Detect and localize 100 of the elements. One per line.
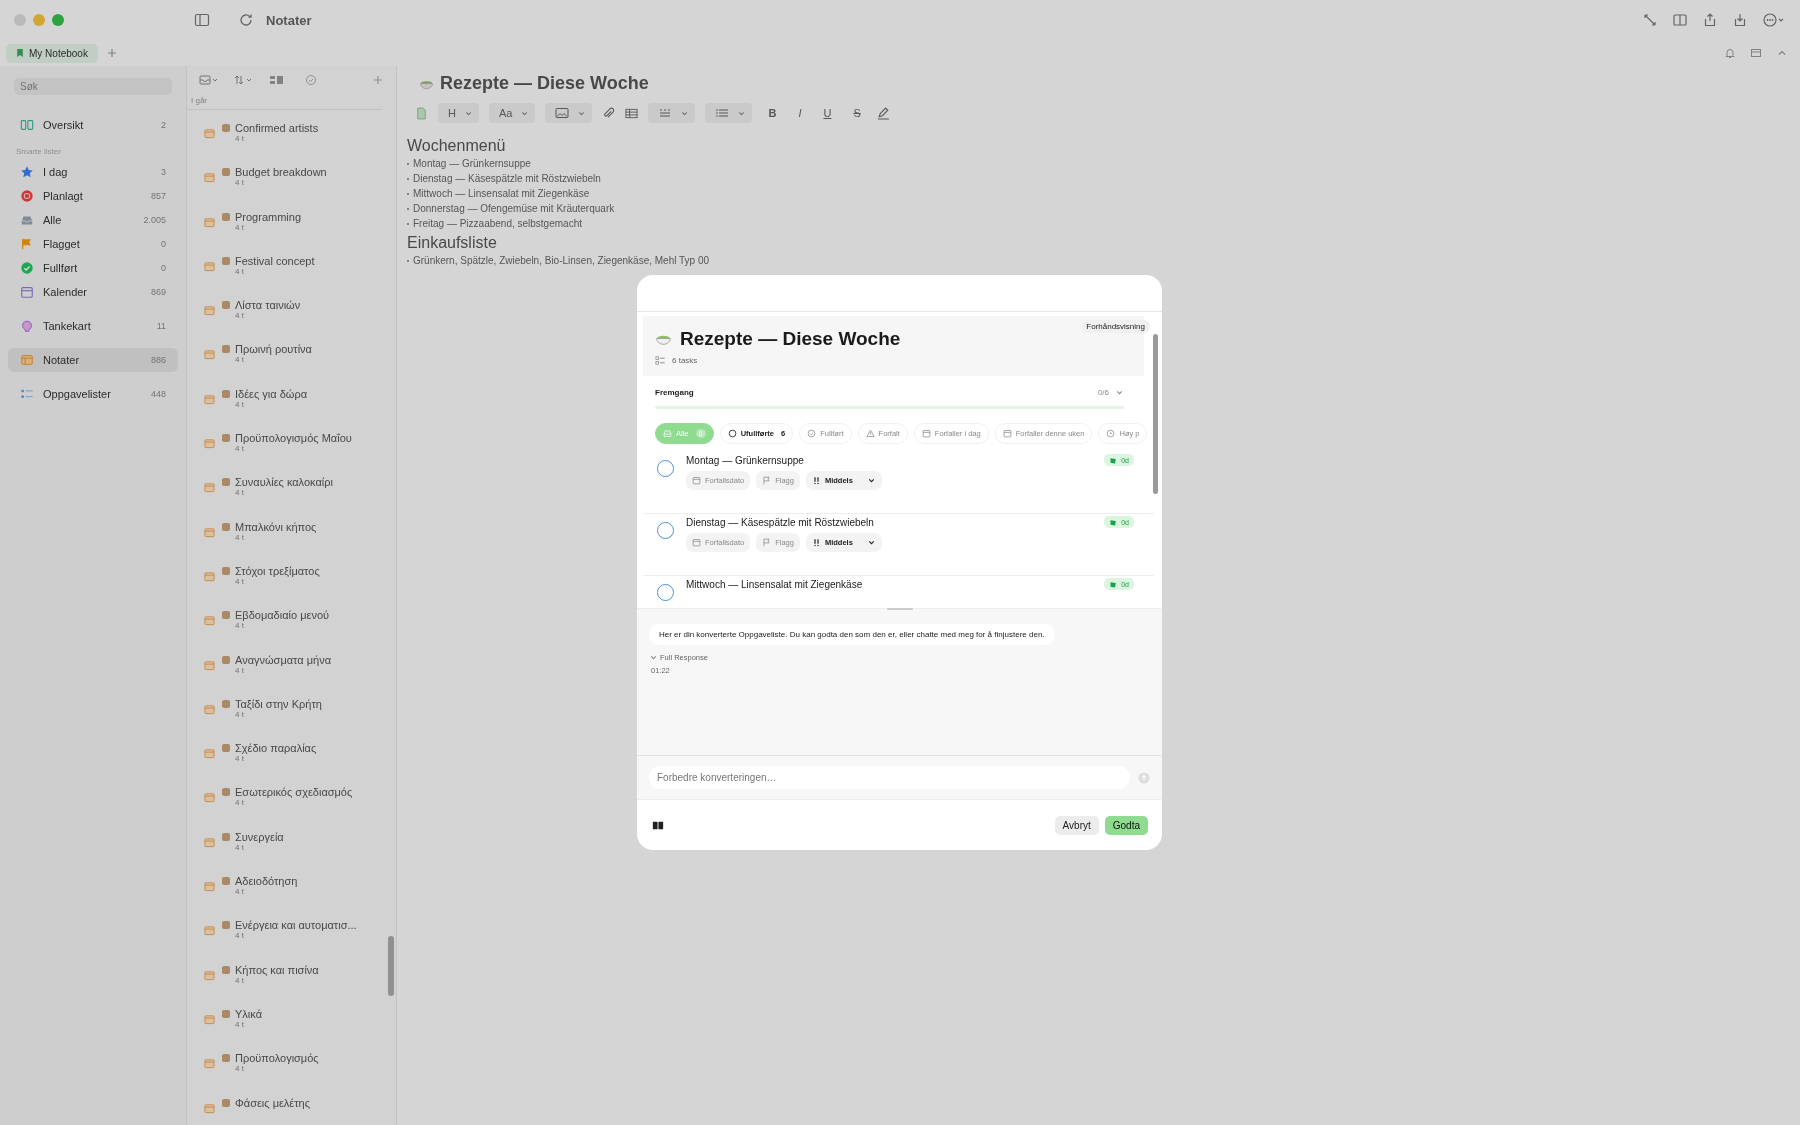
paperclip-icon[interactable] — [602, 106, 616, 120]
sidebar-item[interactable]: Flagget 0 — [8, 232, 178, 256]
note-title: Υλικά — [235, 1007, 262, 1020]
expand-icon[interactable] — [1642, 12, 1658, 28]
image-dropdown[interactable] — [545, 103, 593, 123]
format-button[interactable]: S — [847, 103, 867, 123]
search-field[interactable]: Søk — [14, 78, 172, 95]
add-note-icon[interactable] — [372, 74, 384, 86]
table-icon[interactable] — [625, 106, 639, 120]
sidebar-toggle-icon[interactable] — [194, 12, 210, 28]
image-icon — [555, 107, 570, 119]
document-icon[interactable] — [415, 106, 428, 120]
note-title: Συνεργεία — [235, 830, 284, 843]
note-item[interactable]: Εσωτερικός σχεδιασμός 4 t — [187, 786, 396, 831]
heading-dropdown[interactable]: H — [438, 103, 479, 123]
note-icon — [204, 570, 215, 582]
note-time: 4 t — [235, 178, 245, 188]
list-item: Freitag — Pizzaabend, selbstgemacht — [413, 217, 582, 231]
sidebar-item[interactable]: Oppgavelister 448 — [8, 382, 178, 406]
add-tab-icon[interactable] — [105, 47, 118, 59]
flag-icon — [20, 237, 34, 251]
note-time: 4 t — [235, 887, 245, 897]
note-icon — [204, 349, 215, 361]
accept-button[interactable]: Godta — [1104, 815, 1148, 835]
note-item[interactable]: Budget breakdown 4 t — [187, 166, 396, 211]
note-item[interactable]: Μπαλκόνι κήπος 4 t — [187, 520, 396, 565]
note-item[interactable]: Προϋπολογισμός Μαΐου 4 t — [187, 432, 396, 477]
note-item[interactable]: Λίστα ταινιών 4 t — [187, 299, 396, 344]
list-dropdown[interactable] — [705, 103, 753, 123]
note-item[interactable]: Φάσεις μελέτης — [187, 1096, 396, 1125]
sidebar-item[interactable]: Notater 886 — [8, 348, 178, 372]
note-time: 4 t — [235, 266, 245, 276]
note-item[interactable]: Αδειοδότηση 4 t — [187, 875, 396, 920]
scrollbar-thumb[interactable] — [1153, 334, 1158, 494]
sidebar-item[interactable]: Kalender 869 — [8, 280, 178, 304]
note-item[interactable]: Confirmed artists 4 t — [187, 122, 396, 167]
more-icon[interactable] — [1762, 12, 1786, 28]
note-time: 4 t — [235, 134, 245, 143]
scrollbar-thumb[interactable] — [388, 936, 394, 996]
list-item: Dienstag — Käsespätzle mit Röstzwiebeln — [413, 172, 601, 186]
note-item[interactable]: Αναγνώσματα μήνα 4 t — [187, 653, 396, 698]
zoom-window-button[interactable] — [52, 14, 64, 26]
font-dropdown[interactable]: Aa — [488, 103, 536, 123]
align-dropdown[interactable] — [648, 103, 696, 123]
sidebar-item[interactable]: Alle 2.005 — [8, 208, 178, 232]
note-time: 4 t — [235, 532, 245, 542]
note-title: Αδειοδότηση — [235, 875, 298, 888]
list-item: Donnerstag — Ofengemüse mit Kräuterquark — [413, 202, 615, 216]
note-item[interactable]: Festival concept 4 t — [187, 254, 396, 300]
download-icon[interactable] — [1732, 12, 1748, 28]
note-title: Φάσεις μελέτης — [235, 1096, 311, 1109]
note-item[interactable]: Κήπος και πισίνα 4 t — [187, 963, 396, 1008]
note-time: 4 t — [235, 842, 244, 852]
note-item[interactable]: Ταξίδι στην Κρήτη 4 t — [187, 697, 396, 743]
notebook-tab[interactable]: My Notebook — [6, 43, 98, 63]
refine-input[interactable]: Forbedre konverteringen… — [649, 766, 1130, 789]
panel-icon[interactable] — [1750, 47, 1762, 59]
note-time: 4 t — [235, 1064, 245, 1074]
note-item[interactable]: Συνεργεία 4 t — [187, 830, 396, 876]
refresh-icon[interactable] — [238, 12, 254, 28]
format-button[interactable]: U — [817, 103, 838, 123]
note-item[interactable]: Πρωινή ρουτίνα 4 t — [187, 343, 396, 388]
note-item[interactable]: Υλικά 4 t — [187, 1007, 396, 1053]
note-item[interactable]: Ιδέες για δώρα 4 t — [187, 387, 396, 433]
book-icon[interactable] — [652, 819, 664, 831]
priority-icon — [811, 476, 821, 485]
sidebar-item[interactable]: Oversikt 2 — [8, 113, 178, 137]
note-item[interactable]: Ενέργεια και αυτοματισ... 4 t — [187, 919, 396, 964]
sidebar-item[interactable]: Planlagt 857 — [8, 184, 178, 208]
format-button[interactable]: I — [792, 103, 808, 123]
note-item[interactable]: Στόχοι τρεξίματος 4 t — [187, 564, 396, 610]
cancel-button[interactable]: Avbryt — [1054, 815, 1099, 835]
sort-icon[interactable] — [233, 74, 253, 86]
bell-icon[interactable] — [1724, 47, 1736, 59]
note-title: Rezepte — Diese Woche — [440, 73, 649, 94]
note-time: 4 t — [235, 621, 245, 631]
note-item[interactable]: Προϋπολογισμός 4 t — [187, 1052, 396, 1097]
note-item[interactable]: Σχέδιο παραλίας 4 t — [187, 742, 396, 787]
note-title: Ενέργεια και αυτοματισ... — [235, 919, 357, 932]
note-title: Εβδομαδιαίο μενού — [235, 609, 330, 622]
note-item[interactable]: Programming 4 t — [187, 210, 396, 255]
note-icon — [204, 792, 215, 804]
note-item[interactable]: Συναυλίες καλοκαίρι 4 t — [187, 476, 396, 521]
sidebar-item[interactable]: I dag 3 — [8, 160, 178, 184]
minimize-window-button[interactable] — [33, 14, 45, 26]
inbox-filter-icon[interactable] — [199, 74, 219, 86]
chevron-down-icon — [649, 653, 658, 662]
share-icon[interactable] — [1702, 12, 1718, 28]
split-view-icon[interactable] — [1672, 12, 1688, 28]
note-title: Ιδέες για δώρα — [235, 387, 308, 400]
note-icon — [204, 881, 215, 893]
sidebar-item[interactable]: Fullført 0 — [8, 256, 178, 280]
format-button[interactable]: B — [762, 103, 783, 123]
note-icon — [204, 393, 215, 405]
sidebar-item[interactable]: Tankekart 11 — [8, 314, 178, 338]
chevron-down-icon — [866, 538, 876, 547]
note-item[interactable]: Εβδομαδιαίο μενού 4 t — [187, 609, 396, 654]
list-icon — [20, 387, 34, 401]
note-time: 4 t — [235, 355, 245, 365]
pen-icon[interactable] — [876, 106, 890, 120]
